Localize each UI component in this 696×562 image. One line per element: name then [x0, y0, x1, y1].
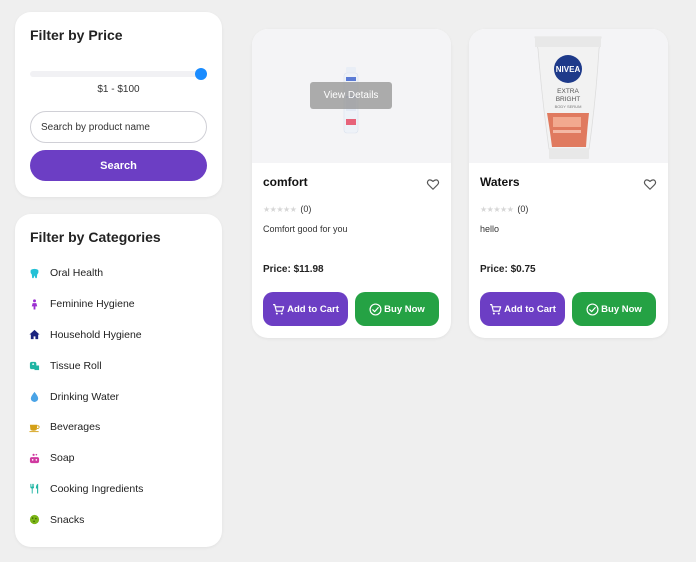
product-search-input[interactable] — [30, 111, 207, 143]
add-to-cart-button[interactable]: Add to Cart — [480, 292, 565, 326]
review-count: (0) — [517, 204, 529, 214]
review-count: (0) — [300, 204, 312, 214]
brand-text: NIVEA — [556, 65, 581, 74]
view-details-overlay[interactable]: View Details — [310, 82, 392, 109]
price-slider-handle[interactable] — [195, 68, 207, 80]
product-price: Price: $0.75 — [480, 264, 536, 275]
cookie-icon — [28, 514, 40, 526]
rating-stars: ★★★★★ (0) — [263, 204, 311, 214]
image-line3: BODY SERUM — [555, 104, 582, 109]
image-line1: EXTRA — [557, 88, 579, 95]
product-price: Price: $11.98 — [263, 264, 324, 275]
product-name[interactable]: comfort — [263, 175, 308, 189]
soap-icon — [28, 452, 40, 464]
category-label: Beverages — [50, 421, 101, 434]
product-description: hello — [480, 224, 500, 234]
category-item-feminine-hygiene[interactable]: Feminine Hygiene — [28, 289, 218, 320]
category-label: Oral Health — [50, 267, 104, 280]
product-card: NIVEA EXTRA BRIGHT BODY SERUM Waters ★★★… — [469, 29, 668, 338]
buy-now-button[interactable]: Buy Now — [572, 292, 656, 326]
product-tube-image: NIVEA EXTRA BRIGHT BODY SERUM — [534, 36, 602, 159]
category-item-drinking-water[interactable]: Drinking Water — [28, 381, 218, 412]
buy-now-label: Buy Now — [601, 303, 642, 315]
home-icon — [28, 329, 40, 341]
image-line2: BRIGHT — [556, 96, 581, 103]
check-circle-icon — [369, 302, 382, 316]
cart-icon — [490, 303, 502, 315]
category-item-beverages[interactable]: Beverages — [28, 412, 218, 443]
category-label: Feminine Hygiene — [50, 298, 135, 311]
product-image[interactable]: NIVEA View Details — [252, 29, 451, 163]
buy-now-button[interactable]: Buy Now — [355, 292, 439, 326]
heart-icon[interactable] — [426, 177, 440, 191]
price-slider-track[interactable] — [30, 71, 206, 77]
water-drop-icon — [28, 391, 40, 403]
category-label: Tissue Roll — [50, 359, 102, 372]
category-item-household-hygiene[interactable]: Household Hygiene — [28, 320, 218, 351]
category-label: Snacks — [50, 513, 85, 526]
category-list: Oral Health Feminine Hygiene Household H… — [28, 258, 218, 535]
category-label: Soap — [50, 452, 75, 465]
product-card: NIVEA View Details comfort ★★★★★ (0) Com… — [252, 29, 451, 338]
tooth-icon — [28, 267, 40, 279]
category-filter-panel: Filter by Categories Oral Health Feminin… — [15, 214, 222, 547]
rating-stars: ★★★★★ (0) — [480, 204, 528, 214]
product-description: Comfort good for you — [263, 224, 348, 234]
category-filter-title: Filter by Categories — [30, 229, 161, 245]
toilet-paper-icon — [28, 360, 40, 372]
coffee-cup-icon — [28, 421, 40, 433]
utensils-icon — [28, 483, 40, 495]
product-image[interactable]: NIVEA EXTRA BRIGHT BODY SERUM — [469, 29, 668, 163]
add-to-cart-button[interactable]: Add to Cart — [263, 292, 348, 326]
add-to-cart-label: Add to Cart — [287, 303, 339, 315]
search-button[interactable]: Search — [30, 150, 207, 181]
category-label: Household Hygiene — [50, 328, 142, 341]
rating-stars-glyphs: ★★★★★ — [480, 204, 514, 214]
category-label: Drinking Water — [50, 390, 120, 403]
cart-icon — [273, 303, 285, 315]
category-item-tissue-roll[interactable]: Tissue Roll — [28, 350, 218, 381]
price-filter-panel: Filter by Price $1 - $100 Search — [15, 12, 222, 197]
product-name[interactable]: Waters — [480, 175, 520, 189]
heart-icon[interactable] — [643, 177, 657, 191]
category-item-cooking-ingredients[interactable]: Cooking Ingredients — [28, 474, 218, 505]
add-to-cart-label: Add to Cart — [504, 303, 556, 315]
category-item-soap[interactable]: Soap — [28, 443, 218, 474]
check-circle-icon — [586, 302, 599, 316]
category-item-oral-health[interactable]: Oral Health — [28, 258, 218, 289]
category-label: Cooking Ingredients — [50, 482, 144, 495]
rating-stars-glyphs: ★★★★★ — [263, 204, 297, 214]
price-range-text: $1 - $100 — [97, 84, 140, 95]
price-filter-title: Filter by Price — [30, 27, 123, 43]
buy-now-label: Buy Now — [384, 303, 425, 315]
female-icon — [28, 298, 40, 310]
category-item-snacks[interactable]: Snacks — [28, 504, 218, 535]
